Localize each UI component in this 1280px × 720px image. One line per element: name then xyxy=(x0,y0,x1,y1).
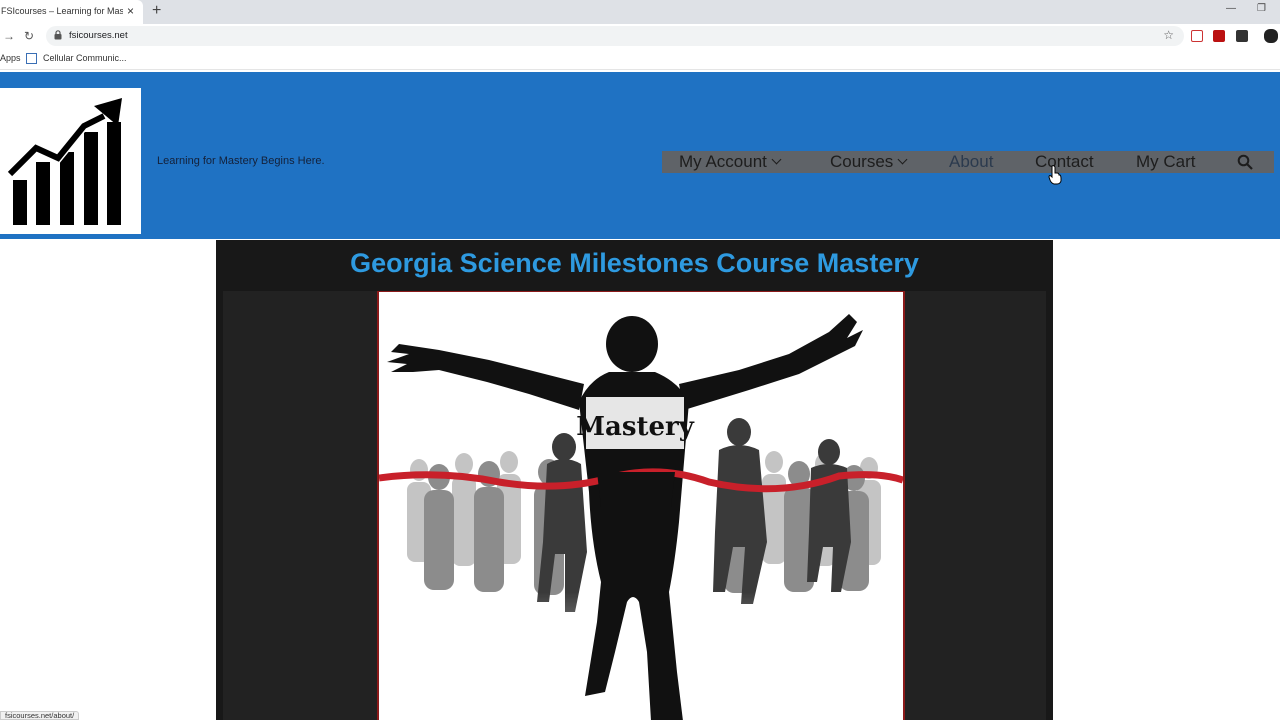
url-text: fsicourses.net xyxy=(69,30,128,41)
main-content: Georgia Science Milestones Course Master… xyxy=(216,240,1053,720)
lock-icon xyxy=(54,30,62,40)
menu-item-my-account[interactable]: My Account xyxy=(679,152,782,172)
status-bar: fsicourses.net/about/ xyxy=(0,711,80,720)
site-tagline: Learning for Mastery Begins Here. xyxy=(157,155,325,167)
site-header: Learning for Mastery Begins Here. My Acc… xyxy=(0,72,1280,239)
menu-item-label: My Account xyxy=(679,152,767,171)
bookmark-star-icon[interactable]: ☆ xyxy=(1163,28,1174,42)
menu-item-contact[interactable]: Contact xyxy=(1035,152,1094,172)
pdf-extension-icon[interactable] xyxy=(1213,30,1225,42)
hero-bib-text: Mastery xyxy=(576,412,695,442)
site-logo[interactable] xyxy=(0,88,141,234)
hero-image: Mastery xyxy=(377,291,905,720)
extension-badge-icon[interactable] xyxy=(1236,30,1248,42)
hand-cursor-icon xyxy=(1048,165,1062,185)
tab-title: FSIcourses – Learning for Mastery xyxy=(1,6,123,16)
new-tab-icon[interactable]: + xyxy=(152,3,161,19)
minimize-icon[interactable]: — xyxy=(1226,3,1236,14)
bookmarks-bar: Apps Cellular Communic... xyxy=(0,48,1280,70)
page-title: Georgia Science Milestones Course Master… xyxy=(350,248,919,278)
chevron-down-icon xyxy=(897,154,908,165)
menu-item-label: Courses xyxy=(830,152,894,171)
browser-tab[interactable]: FSIcourses – Learning for Mastery × xyxy=(0,0,143,24)
address-bar[interactable]: fsicourses.net ☆ xyxy=(46,26,1184,46)
bookmark-apps[interactable]: Apps xyxy=(0,53,21,63)
menu-item-courses[interactable]: Courses xyxy=(830,152,908,172)
forward-icon[interactable]: → xyxy=(3,29,15,43)
chevron-down-icon xyxy=(771,154,782,165)
profile-icon[interactable] xyxy=(1264,29,1278,43)
menu-item-about[interactable]: About xyxy=(949,152,993,172)
main-menu: My Account Courses About Contact My Cart xyxy=(662,151,1274,173)
content-panel: Mastery xyxy=(223,291,1046,720)
growth-chart-logo-icon xyxy=(6,98,122,225)
reload-icon[interactable]: ↻ xyxy=(24,29,34,43)
menu-item-my-cart[interactable]: My Cart xyxy=(1136,152,1196,172)
tab-close-icon[interactable]: × xyxy=(127,4,134,18)
page-icon xyxy=(26,53,37,64)
bookmark-cellular[interactable]: Cellular Communic... xyxy=(43,53,127,63)
finish-line-runners-image: Mastery xyxy=(379,314,903,720)
browser-tab-strip: FSIcourses – Learning for Mastery × + — … xyxy=(0,0,1280,24)
extension-icon[interactable] xyxy=(1191,30,1203,42)
search-icon[interactable] xyxy=(1237,154,1253,170)
restore-icon[interactable]: ❐ xyxy=(1257,3,1266,14)
browser-toolbar: → ↻ fsicourses.net ☆ xyxy=(0,24,1280,48)
